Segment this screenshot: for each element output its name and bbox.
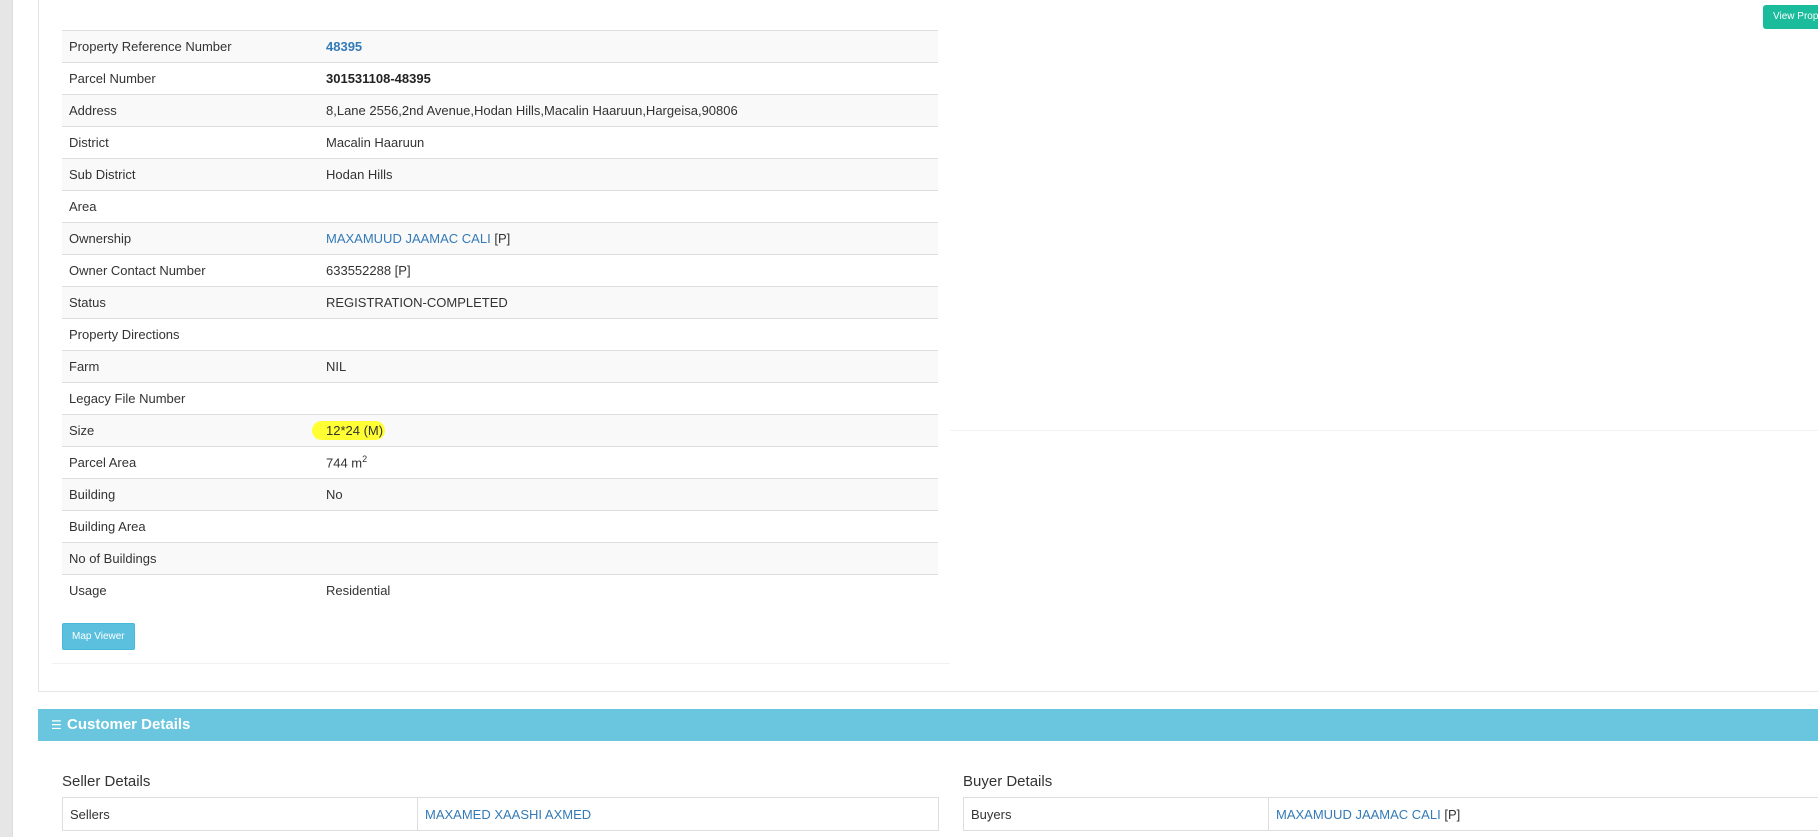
row-label: Ownership: [62, 222, 319, 255]
row-label: Owner Contact Number: [62, 254, 319, 287]
row-value: MAXAMED XAASHI AXMED: [417, 797, 939, 831]
table-footer-divider: [52, 663, 950, 664]
farm-value: NIL: [319, 350, 938, 383]
table-row: Status REGISTRATION-COMPLETED: [62, 286, 938, 319]
row-value: MAXAMUUD JAAMAC CALI [P]: [319, 222, 938, 255]
address-value: 8,Lane 2556,2nd Avenue,Hodan Hills,Macal…: [319, 94, 938, 127]
buyer-table: Buyers MAXAMUUD JAAMAC CALI [P]: [963, 797, 1818, 831]
usage-value: Residential: [319, 574, 938, 606]
buyer-suffix: [P]: [1444, 806, 1461, 822]
seller-name-link[interactable]: MAXAMED XAASHI AXMED: [425, 807, 591, 822]
row-label: Building Area: [62, 510, 319, 543]
row-label: Parcel Number: [62, 62, 319, 95]
seller-table: Sellers MAXAMED XAASHI AXMED: [62, 797, 939, 831]
row-value: 48395: [319, 30, 938, 63]
table-row: Legacy File Number: [62, 382, 938, 415]
ownership-suffix: [P]: [494, 231, 511, 246]
buyers-label: Buyers: [963, 797, 1269, 831]
unit-superscript: 2: [362, 454, 368, 465]
row-label: Size: [62, 414, 319, 447]
row-value: 12*24 (M): [312, 414, 938, 447]
table-row: Farm NIL: [62, 350, 938, 383]
sellers-label: Sellers: [62, 797, 418, 831]
table-row: Usage Residential: [62, 574, 938, 606]
size-value-highlighted: 12*24 (M): [312, 421, 386, 440]
map-viewer-button[interactable]: Map Viewer: [62, 623, 135, 650]
building-area-value: [319, 510, 938, 543]
property-details-table: Property Reference Number 48395 Parcel N…: [62, 30, 938, 606]
district-value: Macalin Haaruun: [319, 126, 938, 159]
row-label: No of Buildings: [62, 542, 319, 575]
view-property-button[interactable]: View Prope: [1763, 5, 1818, 29]
row-label: Area: [62, 190, 319, 223]
row-label: Parcel Area: [62, 446, 319, 479]
row-label: Usage: [62, 574, 319, 606]
table-row: District Macalin Haaruun: [62, 126, 938, 159]
row-label: Address: [62, 94, 319, 127]
status-value: REGISTRATION-COMPLETED: [319, 286, 938, 319]
table-row: Property Directions: [62, 318, 938, 351]
table-row: Address 8,Lane 2556,2nd Avenue,Hodan Hil…: [62, 94, 938, 127]
row-label: Property Directions: [62, 318, 319, 351]
page-gutter: [0, 0, 13, 837]
legacy-file-value: [319, 382, 938, 415]
table-row: Property Reference Number 48395: [62, 30, 938, 63]
parcel-area-value: 744 m: [326, 455, 363, 471]
property-reference-link[interactable]: 48395: [326, 39, 362, 54]
owner-contact-value: 633552288 [P]: [319, 254, 938, 287]
buyer-name-link[interactable]: MAXAMUUD JAAMAC CALI: [1276, 807, 1441, 822]
building-value: No: [319, 478, 938, 511]
row-label: Farm: [62, 350, 319, 383]
table-row: Buyers MAXAMUUD JAAMAC CALI [P]: [963, 797, 1818, 831]
row-label: Property Reference Number: [62, 30, 319, 63]
table-row: Ownership MAXAMUUD JAAMAC CALI [P]: [62, 222, 938, 255]
property-directions-value: [319, 318, 938, 351]
row-value: 744 m2: [319, 446, 938, 479]
no-of-buildings-value: [319, 542, 938, 575]
table-row: No of Buildings: [62, 542, 938, 575]
table-row: Parcel Area 744 m2: [62, 446, 938, 479]
table-row: Size 12*24 (M): [62, 414, 938, 447]
row-label: Legacy File Number: [62, 382, 319, 415]
customer-details-title: Customer Details: [67, 716, 191, 733]
seller-details-title: Seller Details: [62, 773, 151, 790]
table-row: Sellers MAXAMED XAASHI AXMED: [62, 797, 939, 831]
customer-details-header[interactable]: ☰ Customer Details: [38, 709, 1818, 741]
row-label: District: [62, 126, 319, 159]
ownership-link[interactable]: MAXAMUUD JAAMAC CALI: [326, 231, 491, 246]
area-value: [319, 190, 938, 223]
list-icon: ☰: [51, 718, 62, 732]
table-row: Parcel Number 301531108-48395: [62, 62, 938, 95]
row-value: MAXAMUUD JAAMAC CALI [P]: [1268, 797, 1818, 831]
table-row: Sub District Hodan Hills: [62, 158, 938, 191]
table-row: Area: [62, 190, 938, 223]
panel-divider: [950, 430, 1818, 431]
row-label: Building: [62, 478, 319, 511]
table-row: Building Area: [62, 510, 938, 543]
row-label: Sub District: [62, 158, 319, 191]
row-label: Status: [62, 286, 319, 319]
table-row: Owner Contact Number 633552288 [P]: [62, 254, 938, 287]
buyer-details-title: Buyer Details: [963, 773, 1053, 790]
parcel-number-value: 301531108-48395: [319, 62, 938, 95]
table-row: Building No: [62, 478, 938, 511]
sub-district-value: Hodan Hills: [319, 158, 938, 191]
